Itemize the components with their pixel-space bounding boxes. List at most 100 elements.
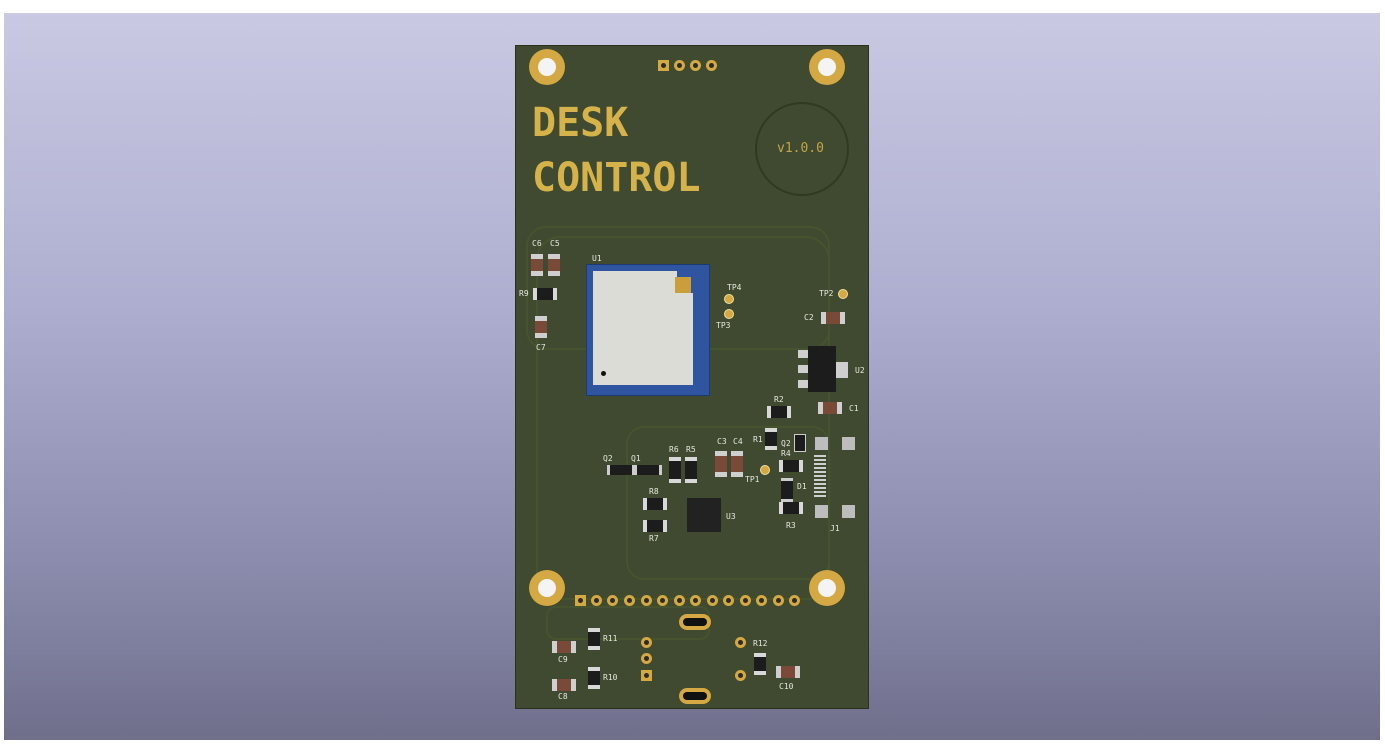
board-title-line1: DESK xyxy=(532,100,629,146)
label-c4: C4 xyxy=(733,437,743,446)
label-r9: R9 xyxy=(519,289,529,298)
header-pad xyxy=(591,595,602,606)
resistor-r4[interactable] xyxy=(779,460,803,472)
capacitor-c4[interactable] xyxy=(731,451,743,477)
label-c7: C7 xyxy=(536,343,546,352)
u2-pin xyxy=(798,380,808,388)
testpoint-tp4[interactable] xyxy=(724,294,734,304)
label-q2: Q2 xyxy=(603,454,613,463)
label-c6: C6 xyxy=(532,239,542,248)
esp-module-u1[interactable] xyxy=(586,264,710,396)
usb-shield-pad xyxy=(815,437,828,450)
header-pad xyxy=(707,595,718,606)
resistor-r6[interactable] xyxy=(669,457,681,483)
resistor-r11[interactable] xyxy=(588,628,600,650)
capacitor-c10[interactable] xyxy=(776,666,800,678)
label-c2: C2 xyxy=(804,313,814,322)
resistor-r9[interactable] xyxy=(533,288,557,300)
board-title-line2: CONTROL xyxy=(532,155,701,201)
header-pad xyxy=(690,60,701,71)
resistor-r5[interactable] xyxy=(685,457,697,483)
label-q2b: Q2 xyxy=(781,439,791,448)
mounting-hole xyxy=(529,570,565,606)
resistor-r12[interactable] xyxy=(754,653,766,675)
label-c5: C5 xyxy=(550,239,560,248)
capacitor-c1[interactable] xyxy=(818,402,842,414)
transistor-q1[interactable] xyxy=(634,465,662,475)
pin1-marker xyxy=(601,371,606,376)
diode-d1[interactable] xyxy=(781,478,793,502)
label-q1: Q1 xyxy=(631,454,641,463)
u2-pin xyxy=(798,365,808,373)
label-c10: C10 xyxy=(779,682,794,691)
header-pad xyxy=(624,595,635,606)
u2-tab xyxy=(836,362,848,378)
header-pad xyxy=(740,595,751,606)
regulator-u2[interactable] xyxy=(808,346,836,392)
slot-pad xyxy=(679,614,711,630)
capacitor-c8[interactable] xyxy=(552,679,576,691)
header-pad xyxy=(773,595,784,606)
header-pad xyxy=(641,595,652,606)
usb-shield-pad xyxy=(842,505,855,518)
testpoint-tp1[interactable] xyxy=(760,465,770,475)
capacitor-c7[interactable] xyxy=(535,316,547,338)
capacitor-c5[interactable] xyxy=(548,254,560,276)
header-pad xyxy=(723,595,734,606)
header-pad xyxy=(607,595,618,606)
testpoint-tp3[interactable] xyxy=(724,309,734,319)
antenna-chip xyxy=(675,277,691,293)
transistor-q2-small[interactable] xyxy=(794,434,806,452)
label-tp2: TP2 xyxy=(819,289,834,298)
resistor-r1[interactable] xyxy=(765,428,777,450)
label-r8: R8 xyxy=(649,487,659,496)
usb-connector-j1[interactable] xyxy=(814,455,826,499)
resistor-r3[interactable] xyxy=(779,502,803,514)
label-c3: C3 xyxy=(717,437,727,446)
header-pad xyxy=(690,595,701,606)
label-r4: R4 xyxy=(781,449,791,458)
slot-pad xyxy=(679,688,711,704)
capacitor-c3[interactable] xyxy=(715,451,727,477)
capacitor-c2[interactable] xyxy=(821,312,845,324)
resistor-r7[interactable] xyxy=(643,520,667,532)
label-u3: U3 xyxy=(726,512,736,521)
mounting-hole xyxy=(529,49,565,85)
header-pad xyxy=(674,60,685,71)
label-r6: R6 xyxy=(669,445,679,454)
label-r2: R2 xyxy=(774,395,784,404)
testpoint-tp2[interactable] xyxy=(838,289,848,299)
label-r11: R11 xyxy=(603,634,618,643)
button-pad xyxy=(735,670,746,681)
header-pad xyxy=(756,595,767,606)
label-u2: U2 xyxy=(855,366,865,375)
button-pad xyxy=(641,653,652,664)
label-tp3: TP3 xyxy=(716,321,731,330)
resistor-r8[interactable] xyxy=(643,498,667,510)
u2-pin xyxy=(798,350,808,358)
header-pad xyxy=(575,595,586,606)
header-pad xyxy=(706,60,717,71)
version-label: v1.0.0 xyxy=(777,141,824,156)
label-tp1: TP1 xyxy=(745,475,760,484)
capacitor-c9[interactable] xyxy=(552,641,576,653)
label-r7: R7 xyxy=(649,534,659,543)
label-d1: D1 xyxy=(797,482,807,491)
resistor-r10[interactable] xyxy=(588,667,600,689)
mounting-hole xyxy=(809,570,845,606)
button-pad xyxy=(641,637,652,648)
header-pad xyxy=(674,595,685,606)
header-pad xyxy=(789,595,800,606)
label-r1: R1 xyxy=(753,435,763,444)
label-c9: C9 xyxy=(558,655,568,664)
capacitor-c6[interactable] xyxy=(531,254,543,276)
header-pad xyxy=(657,595,668,606)
label-r3: R3 xyxy=(786,521,796,530)
transistor-q2[interactable] xyxy=(607,465,635,475)
button-pad xyxy=(641,670,652,681)
usb-uart-ic-u3[interactable] xyxy=(687,498,721,532)
resistor-r2[interactable] xyxy=(767,406,791,418)
mounting-hole xyxy=(809,49,845,85)
label-r12: R12 xyxy=(753,639,768,648)
usb-shield-pad xyxy=(815,505,828,518)
